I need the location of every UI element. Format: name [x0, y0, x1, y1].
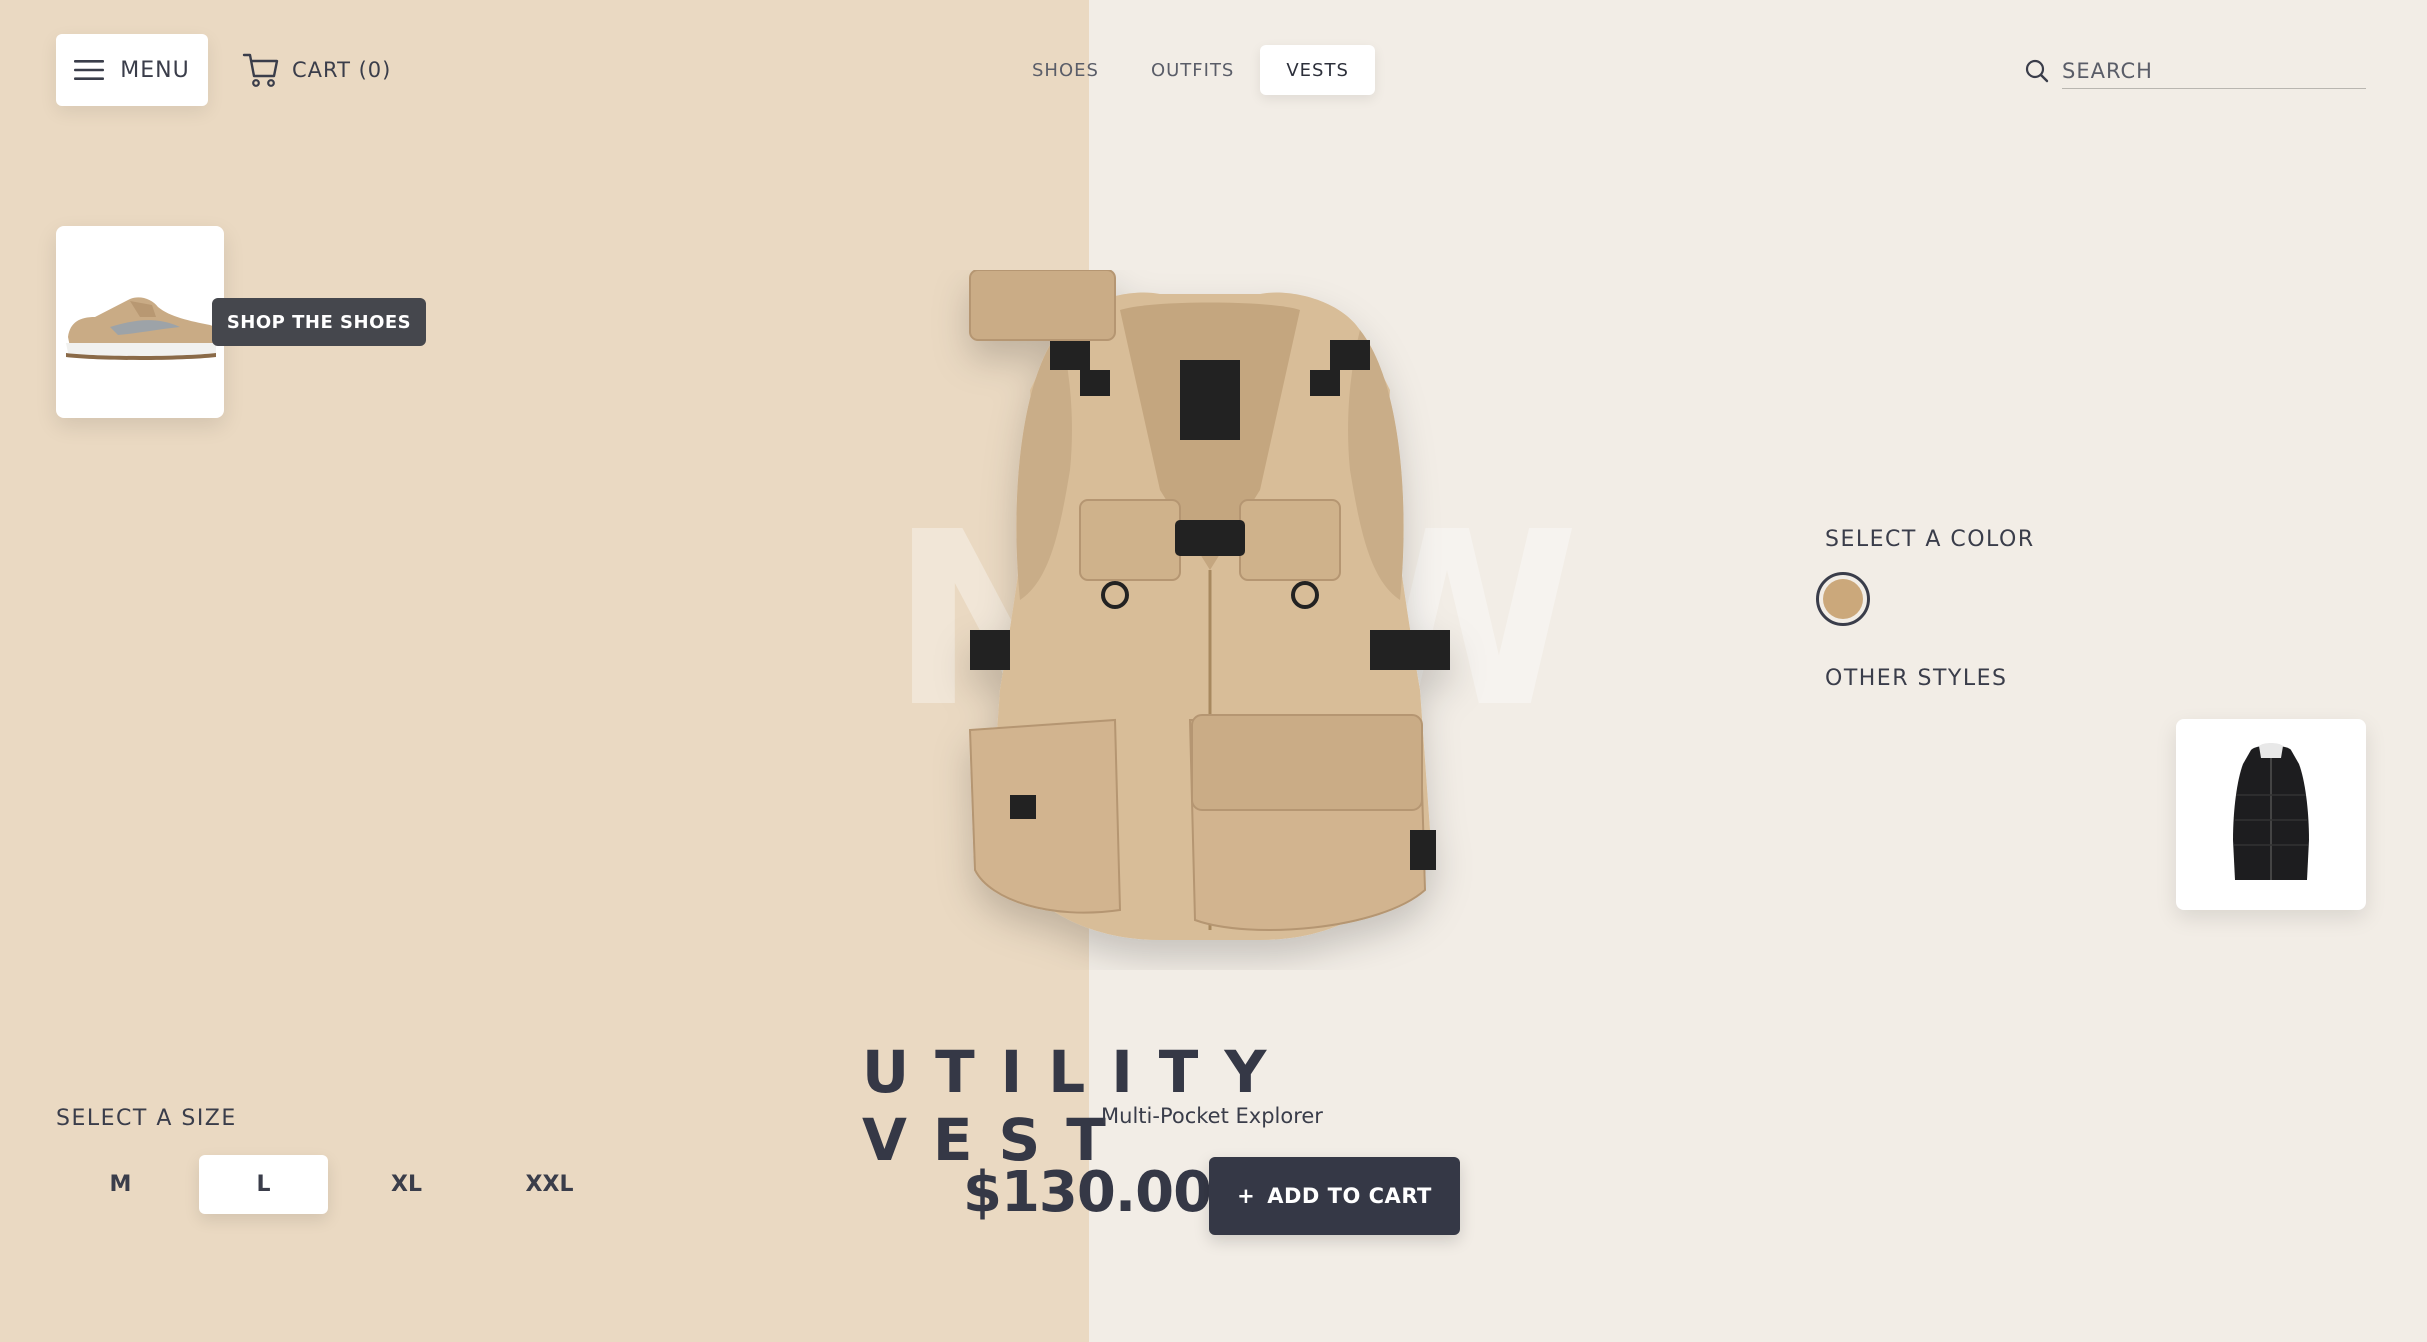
search-input[interactable]	[2062, 53, 2366, 89]
black-puffer-vest-image	[2233, 742, 2309, 880]
hamburger-menu-icon	[74, 60, 105, 80]
add-to-cart-button[interactable]: + ADD TO CART	[1209, 1157, 1460, 1235]
size-selector: M L XL XXL	[56, 1155, 614, 1214]
other-style-card-black-vest[interactable]	[2176, 719, 2366, 910]
menu-label: MENU	[120, 57, 190, 83]
select-color-heading: SELECT A COLOR	[1825, 527, 2035, 552]
select-size-heading: SELECT A SIZE	[56, 1106, 237, 1131]
tab-outfits[interactable]: OUTFITS	[1125, 45, 1260, 95]
size-option-m[interactable]: M	[56, 1155, 185, 1214]
menu-button[interactable]: MENU	[56, 34, 208, 106]
shop-the-shoes-button[interactable]: SHOP THE SHOES	[212, 298, 426, 346]
color-swatch-tan[interactable]	[1816, 572, 1870, 626]
tab-vests[interactable]: VESTS	[1260, 45, 1375, 95]
swatch-fill	[1823, 579, 1863, 619]
product-image	[930, 269, 1490, 970]
shopping-cart-icon	[242, 53, 279, 87]
other-styles-heading: OTHER STYLES	[1825, 666, 2008, 691]
size-option-xl[interactable]: XL	[342, 1155, 471, 1214]
product-subtitle: Multi-Pocket Explorer	[1101, 1104, 1323, 1128]
category-nav: SHOES OUTFITS VESTS	[1006, 45, 1375, 95]
search-icon[interactable]	[2024, 58, 2050, 84]
cart-button[interactable]: CART (0)	[242, 50, 391, 90]
utility-vest-image	[968, 269, 1450, 940]
tab-shoes[interactable]: SHOES	[1006, 45, 1125, 95]
plus-icon: +	[1237, 1184, 1256, 1208]
size-option-l[interactable]: L	[199, 1155, 328, 1214]
search-bar	[2024, 52, 2366, 90]
sneaker-thumbnail-image	[66, 297, 217, 360]
product-price: $130.00	[963, 1160, 1212, 1225]
add-to-cart-label: ADD TO CART	[1267, 1184, 1432, 1208]
cart-label: CART (0)	[292, 58, 392, 82]
size-option-xxl[interactable]: XXL	[485, 1155, 614, 1214]
shoe-thumbnail-card[interactable]	[56, 226, 224, 418]
